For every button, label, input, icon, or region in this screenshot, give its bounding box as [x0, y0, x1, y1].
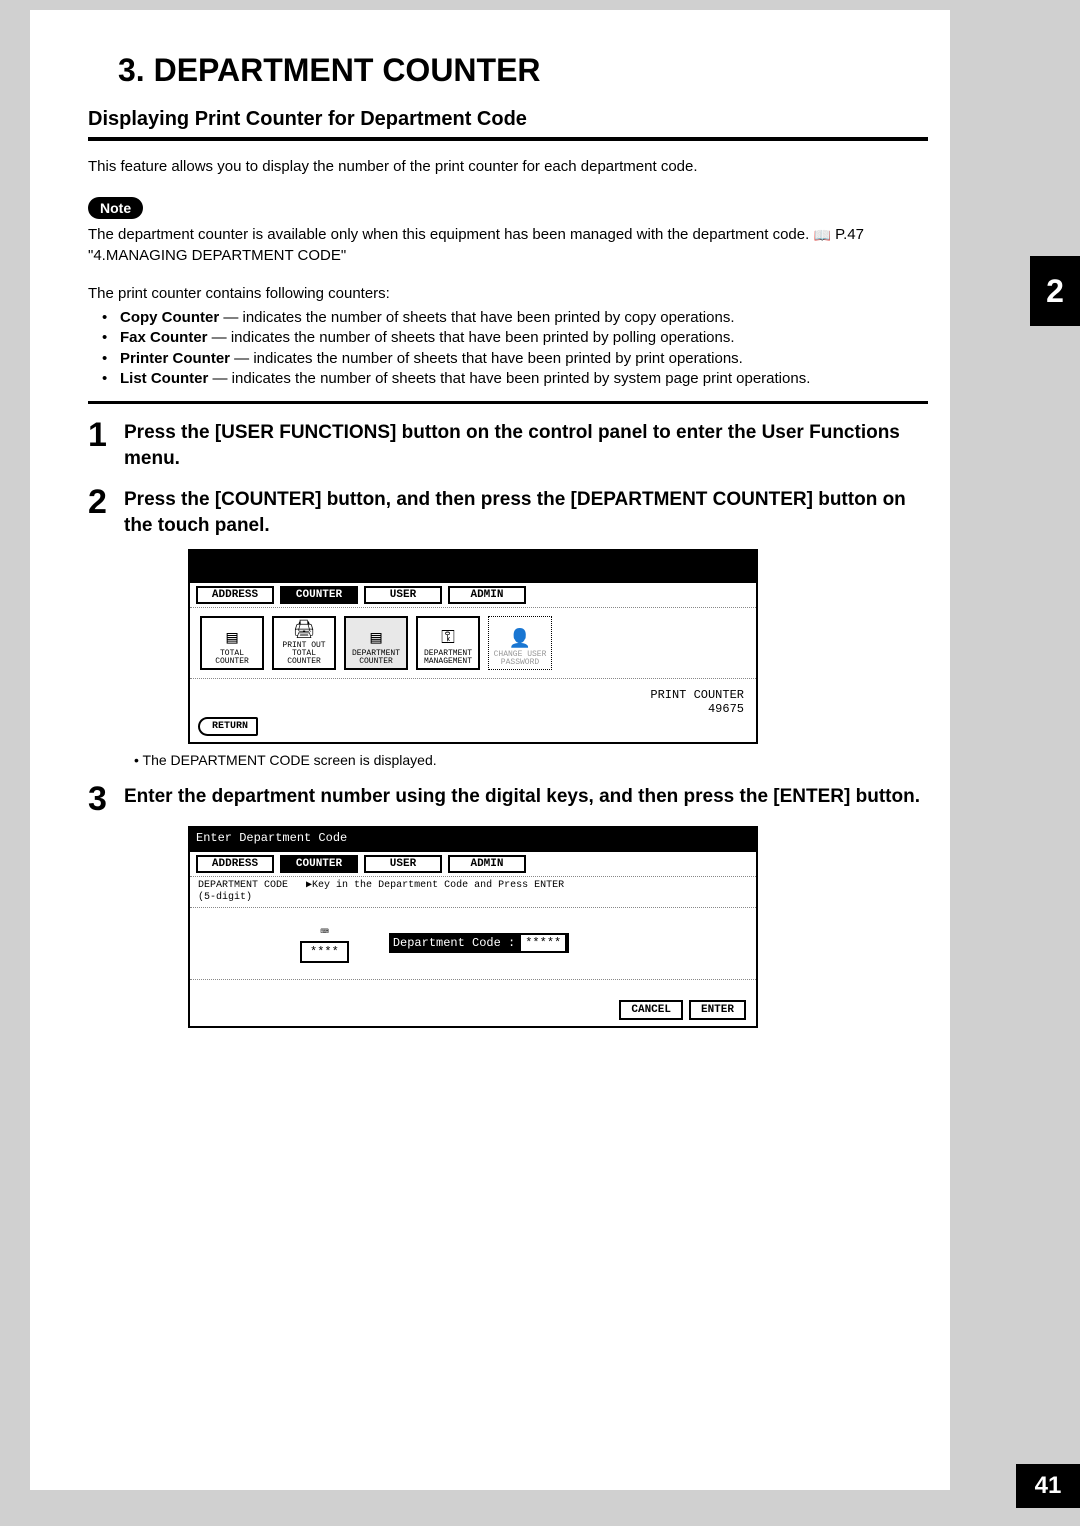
counter-item: Fax Counter — indicates the number of sh… [108, 328, 928, 348]
screenshot-dept-code-entry: Enter Department Code ADDRESS COUNTER US… [188, 826, 758, 1028]
step-text: Enter the department number using the di… [124, 782, 920, 816]
total-counter-button[interactable]: ▤ TOTAL COUNTER [200, 616, 264, 670]
step-2: 2 Press the [COUNTER] button, and then p… [88, 485, 928, 538]
step-2-sub: • The DEPARTMENT CODE screen is displaye… [134, 752, 928, 768]
tab-counter[interactable]: COUNTER [280, 586, 358, 604]
note-text: The department counter is available only… [88, 225, 928, 266]
counter-list: Copy Counter — indicates the number of s… [88, 308, 928, 389]
counter-desc: — indicates the number of sheets that ha… [219, 309, 734, 326]
content-area: Displaying Print Counter for Department … [88, 100, 928, 1036]
cancel-button[interactable]: CANCEL [619, 1000, 683, 1020]
book-icon: 📖 [813, 226, 830, 245]
step-text: Press the [USER FUNCTIONS] button on the… [124, 418, 928, 471]
chapter-tab: 2 [1030, 256, 1080, 326]
counter-item: List Counter — indicates the number of s… [108, 369, 928, 389]
tab-admin[interactable]: ADMIN [448, 855, 526, 873]
tab-row: ADDRESS COUNTER USER ADMIN [190, 583, 756, 608]
chapter-title: 3. DEPARTMENT COUNTER [118, 52, 541, 89]
tab-admin[interactable]: ADMIN [448, 586, 526, 604]
section-divider [88, 401, 928, 404]
entry-row: ⌨ **** Department Code : ***** [190, 907, 756, 980]
counter-name: Printer Counter [120, 350, 230, 367]
counter-name: Fax Counter [120, 329, 208, 346]
section-heading: Displaying Print Counter for Department … [88, 108, 928, 131]
counters-intro: The print counter contains following cou… [88, 284, 928, 304]
counter-icon: ▤ [227, 630, 238, 648]
step-3: 3 Enter the department number using the … [88, 782, 928, 816]
tab-user[interactable]: USER [364, 586, 442, 604]
screenshot-counter-menu: ADDRESS COUNTER USER ADMIN ▤ TOTAL COUNTE… [188, 549, 758, 744]
step-number: 2 [88, 485, 124, 538]
icon-label: DEPARTMENT COUNTER [346, 650, 406, 666]
step-text: Press the [COUNTER] button, and then pre… [124, 485, 928, 538]
counter-name: List Counter [120, 370, 208, 387]
icon-button-row: ▤TOTAL COUNTER 🖨PRINT OUT TOTAL COUNTER … [190, 608, 756, 679]
instruction-label: DEPARTMENT CODE [198, 880, 288, 891]
instruction-sub: (5-digit) [198, 892, 252, 903]
step-number: 3 [88, 782, 124, 816]
tab-address[interactable]: ADDRESS [196, 586, 274, 604]
icon-label: DEPARTMENT MANAGEMENT [418, 650, 478, 666]
dialog-buttons: CANCEL ENTER [619, 1000, 746, 1020]
tab-user[interactable]: USER [364, 855, 442, 873]
printer-icon: 🖨 [293, 622, 316, 640]
icon-label: PRINT OUT TOTAL COUNTER [274, 642, 334, 666]
tab-address[interactable]: ADDRESS [196, 855, 274, 873]
tab-row: ADDRESS COUNTER USER ADMIN [190, 852, 756, 877]
dept-mgmt-icon: ⚿ [441, 630, 455, 648]
step-1: 1 Press the [USER FUNCTIONS] button on t… [88, 418, 928, 471]
return-button[interactable]: RETURN [198, 717, 258, 736]
counter-name: Copy Counter [120, 309, 219, 326]
counter-desc: — indicates the number of sheets that ha… [230, 350, 743, 367]
note-body: The department counter is available only… [88, 226, 813, 243]
print-counter-label: PRINT COUNTER [650, 688, 744, 702]
user-icon: 👤 [509, 631, 531, 649]
printout-total-button[interactable]: 🖨 PRINT OUT TOTAL COUNTER [272, 616, 336, 670]
dept-code-display: Department Code : ***** [389, 933, 569, 953]
change-password-button[interactable]: 👤 CHANGE USER PASSWORD [488, 616, 552, 670]
note-badge: Note [88, 197, 143, 219]
screenshot-body: ADDRESS COUNTER USER ADMIN ▤ TOTAL COUNTE… [190, 583, 756, 742]
dept-code-label: Department Code : [393, 936, 515, 950]
keypad-group: ⌨ **** [300, 924, 349, 963]
print-counter-value: 49675 [650, 702, 744, 716]
dialog-title: Enter Department Code [196, 831, 347, 845]
step-number: 1 [88, 418, 124, 471]
keyboard-icon: ⌨ [300, 924, 349, 941]
department-management-button[interactable]: ⚿ DEPARTMENT MANAGEMENT [416, 616, 480, 670]
counter-desc: — indicates the number of sheets that ha… [208, 370, 810, 387]
counter-item: Printer Counter — indicates the number o… [108, 349, 928, 369]
print-counter-readout: PRINT COUNTER 49675 [650, 688, 744, 717]
screenshot-header [190, 551, 756, 581]
tab-counter[interactable]: COUNTER [280, 855, 358, 873]
page-number: 41 [1016, 1464, 1080, 1508]
intro-text: This feature allows you to display the n… [88, 157, 928, 177]
header-band: 3. DEPARTMENT COUNTER [30, 10, 950, 90]
heading-rule [88, 137, 928, 141]
icon-label: CHANGE USER PASSWORD [489, 651, 551, 667]
enter-button[interactable]: ENTER [689, 1000, 746, 1020]
keypad-value[interactable]: **** [300, 941, 349, 963]
dept-code-value: ***** [521, 935, 565, 951]
instruction-row: DEPARTMENT CODE ▶Key in the Department C… [190, 877, 756, 907]
counter-item: Copy Counter — indicates the number of s… [108, 308, 928, 328]
instruction-text: ▶Key in the Department Code and Press EN… [306, 880, 564, 891]
department-counter-button[interactable]: ▤ DEPARTMENT COUNTER [344, 616, 408, 670]
icon-label: TOTAL COUNTER [202, 650, 262, 666]
dept-counter-icon: ▤ [371, 630, 382, 648]
screenshot-body: ADDRESS COUNTER USER ADMIN DEPARTMENT CO… [190, 852, 756, 1026]
counter-desc: — indicates the number of sheets that ha… [208, 329, 735, 346]
